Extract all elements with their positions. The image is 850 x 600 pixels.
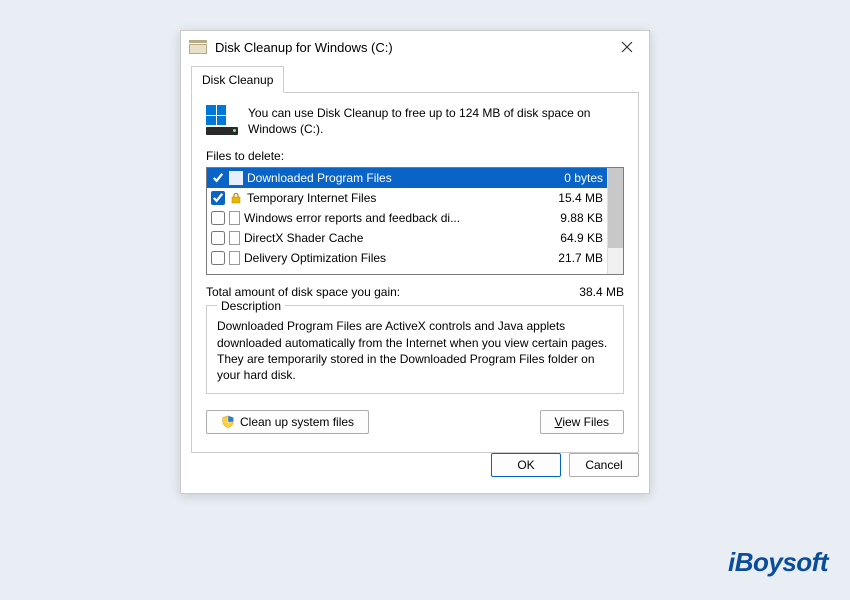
files-label: Files to delete:	[206, 149, 624, 163]
titlebar: Disk Cleanup for Windows (C:)	[181, 31, 649, 63]
description-heading: Description	[217, 299, 285, 313]
file-label: Windows error reports and feedback di...	[244, 211, 535, 225]
tab-content: You can use Disk Cleanup to free up to 1…	[191, 92, 639, 453]
description-text: Downloaded Program Files are ActiveX con…	[217, 318, 613, 383]
file-checkbox[interactable]	[211, 231, 225, 245]
file-label: Delivery Optimization Files	[244, 251, 535, 265]
file-label: Downloaded Program Files	[247, 171, 535, 185]
tab-disk-cleanup[interactable]: Disk Cleanup	[191, 66, 284, 93]
cancel-button[interactable]: Cancel	[569, 453, 639, 477]
file-checkbox[interactable]	[211, 171, 225, 185]
file-size: 9.88 KB	[539, 211, 603, 225]
ok-button[interactable]: OK	[491, 453, 561, 477]
drive-icon	[206, 105, 238, 137]
files-listbox[interactable]: Downloaded Program Files 0 bytes Temporary…	[206, 167, 624, 275]
list-item[interactable]: Temporary Internet Files 15.4 MB	[207, 188, 607, 208]
scrollbar[interactable]	[607, 168, 623, 274]
description-group: Description Downloaded Program Files are…	[206, 305, 624, 394]
list-item[interactable]: Downloaded Program Files 0 bytes	[207, 168, 607, 188]
list-item[interactable]: Delivery Optimization Files 21.7 MB	[207, 248, 607, 268]
view-files-button[interactable]: View Files	[540, 410, 624, 434]
file-size: 0 bytes	[539, 171, 603, 185]
disk-cleanup-icon	[189, 38, 207, 56]
file-size: 21.7 MB	[539, 251, 603, 265]
total-value: 38.4 MB	[579, 285, 624, 299]
folder-icon	[229, 171, 243, 185]
total-label: Total amount of disk space you gain:	[206, 285, 579, 299]
intro-text: You can use Disk Cleanup to free up to 1…	[248, 105, 624, 137]
file-size: 15.4 MB	[539, 191, 603, 205]
close-button[interactable]	[605, 31, 649, 63]
file-checkbox[interactable]	[211, 211, 225, 225]
clean-system-files-button[interactable]: Clean up system files	[206, 410, 369, 434]
list-item[interactable]: DirectX Shader Cache 64.9 KB	[207, 228, 607, 248]
disk-cleanup-dialog: Disk Cleanup for Windows (C:) Disk Clean…	[180, 30, 650, 494]
file-checkbox[interactable]	[211, 251, 225, 265]
tabs: Disk Cleanup	[191, 65, 639, 92]
doc-icon	[229, 211, 240, 225]
shield-icon	[221, 415, 235, 429]
file-label: DirectX Shader Cache	[244, 231, 535, 245]
file-checkbox[interactable]	[211, 191, 225, 205]
file-size: 64.9 KB	[539, 231, 603, 245]
close-icon	[621, 41, 633, 53]
window-title: Disk Cleanup for Windows (C:)	[215, 40, 605, 55]
file-label: Temporary Internet Files	[247, 191, 535, 205]
doc-icon	[229, 231, 240, 245]
view-files-label: View Files	[555, 415, 609, 429]
clean-system-files-label: Clean up system files	[240, 415, 354, 429]
list-item[interactable]: Windows error reports and feedback di...…	[207, 208, 607, 228]
lock-icon	[229, 191, 243, 205]
watermark-logo: iBoysoft	[728, 547, 828, 578]
doc-icon	[229, 251, 240, 265]
